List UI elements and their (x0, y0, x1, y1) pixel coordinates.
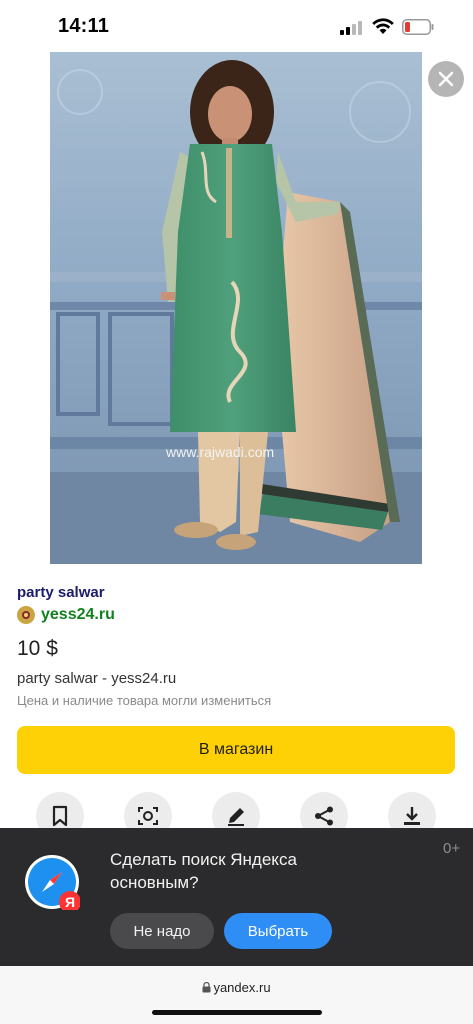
status-time: 14:11 (58, 15, 110, 37)
banner-message: Сделать поиск Яндекса основным? (110, 850, 297, 892)
signal-icon (340, 19, 366, 35)
product-photo[interactable]: www.rajwadi.com (50, 52, 422, 564)
decline-button[interactable]: Не надо (110, 913, 214, 949)
download-icon (404, 807, 420, 825)
svg-text:Я: Я (65, 894, 75, 910)
accept-button[interactable]: Выбрать (224, 913, 332, 949)
battery-icon (402, 19, 434, 35)
lock-icon (202, 981, 211, 993)
safari-yandex-icon: Я (25, 855, 80, 910)
product-price: 10 $ (17, 637, 58, 660)
price-disclaimer: Цена и наличие товара могли измениться (17, 693, 272, 708)
status-bar: 14:11 (0, 0, 473, 52)
address-bar[interactable]: yandex.ru (0, 966, 473, 1024)
home-indicator (152, 1010, 322, 1015)
wifi-icon (372, 18, 394, 34)
product-source[interactable]: yess24.ru (17, 606, 115, 624)
banner-count: 0+ (443, 840, 461, 857)
shop-button[interactable]: В магазин (17, 726, 455, 774)
source-domain: yess24.ru (41, 606, 115, 623)
bookmark-icon (52, 805, 68, 827)
image-search-icon (138, 807, 158, 825)
edit-icon (228, 808, 244, 826)
share-icon (315, 806, 333, 826)
product-title[interactable]: party salwar (17, 584, 105, 601)
image-viewer: www.rajwadi.com (0, 52, 473, 564)
action-row (0, 792, 473, 840)
product-photo-graphic (50, 52, 422, 564)
close-button[interactable] (428, 61, 464, 97)
source-favicon-icon (17, 606, 35, 624)
default-search-banner: Я Сделать поиск Яндекса основным? 0+ Не … (0, 828, 473, 966)
url-display[interactable]: yandex.ru (0, 980, 473, 995)
close-icon (438, 71, 454, 87)
photo-watermark: www.rajwadi.com (166, 444, 275, 460)
url-text: yandex.ru (213, 980, 271, 995)
product-subtitle: party salwar - yess24.ru (17, 670, 177, 687)
